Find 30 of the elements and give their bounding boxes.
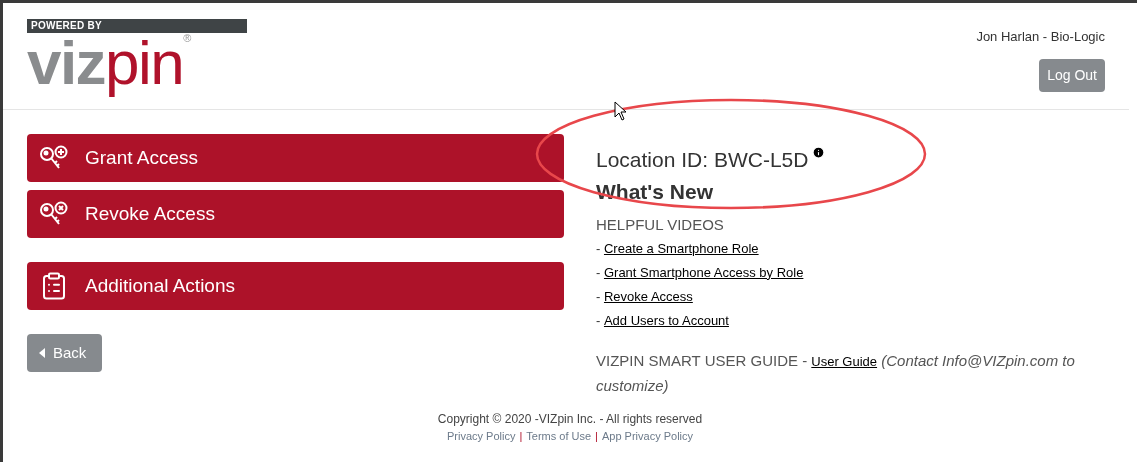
action-button[interactable]: Revoke Access — [27, 190, 564, 238]
caret-left-icon — [39, 348, 45, 358]
logo-wordmark: vizpin — [27, 29, 184, 97]
video-link[interactable]: Revoke Access — [603, 284, 693, 309]
video-link[interactable]: Grant Smartphone Access by Role — [603, 260, 804, 285]
video-link[interactable]: Add Users to Account — [603, 308, 729, 333]
footer-link[interactable]: Terms of Use — [526, 427, 592, 444]
logo-tagline: POWERED BY — [31, 21, 102, 31]
user-name: Jon Harlan - Bio-Logic — [976, 28, 1105, 46]
action-button[interactable]: Grant Access — [27, 134, 564, 182]
registered-mark: ® — [183, 33, 192, 44]
list-dash: - — [596, 263, 602, 282]
separator: | — [595, 428, 598, 444]
action-button[interactable]: Additional Actions — [27, 262, 564, 310]
videos-heading: HELPFUL VIDEOS — [596, 215, 724, 235]
copyright-text: Copyright © 2020 -VIZpin Inc. - All rights reserved — [437, 410, 703, 428]
footer-link[interactable]: Privacy Policy — [446, 427, 516, 444]
list-dash: - — [596, 287, 602, 306]
mouse-cursor-icon — [614, 101, 628, 121]
video-link[interactable]: Create a Smartphone Role — [603, 236, 759, 261]
list-dash: - — [596, 311, 602, 330]
info-icon — [812, 146, 826, 159]
separator: | — [519, 428, 523, 444]
key-x-icon — [39, 201, 69, 227]
list-dash: - — [596, 239, 602, 258]
user-guide-link[interactable]: User Guide — [811, 353, 878, 369]
location-heading: Location ID: BWC-L5D — [596, 147, 809, 173]
footer-link[interactable]: App Privacy Policy — [601, 427, 694, 444]
key-plus-icon — [39, 145, 69, 171]
user-guide-text: VIZPIN SMART USER GUIDE - User Guide (Contact Info@VIZpin.com to customize) — [596, 350, 1076, 396]
